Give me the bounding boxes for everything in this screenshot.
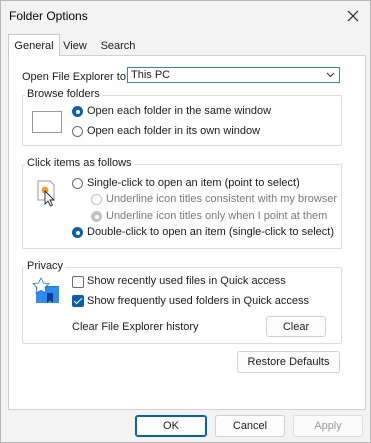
single-click-label[interactable]: Single-click to open an item (point to s… (87, 177, 300, 189)
open-file-explorer-select[interactable]: This PC (127, 67, 340, 83)
recent-files-checkbox[interactable] (72, 276, 84, 288)
own-window-label[interactable]: Open each folder in its own window (87, 125, 260, 137)
double-click-label[interactable]: Double-click to open an item (single-cli… (87, 226, 334, 238)
recent-files-label[interactable]: Show recently used files in Quick access (87, 275, 286, 287)
window-title: Folder Options (9, 9, 88, 23)
single-click-radio[interactable] (72, 178, 83, 189)
same-window-label[interactable]: Open each folder in the same window (87, 105, 271, 117)
close-icon (347, 10, 359, 22)
open-file-explorer-label: Open File Explorer to: (22, 71, 129, 83)
underline-browser-label: Underline icon titles consistent with my… (106, 193, 338, 205)
tab-search[interactable]: Search (93, 36, 143, 55)
underline-point-label: Underline icon titles only when I point … (106, 210, 328, 222)
underline-point-radio (91, 211, 102, 222)
privacy-legend: Privacy (25, 260, 66, 272)
pointer-click-icon (37, 180, 56, 207)
folder-options-dialog: Folder Options General View Search Open … (0, 0, 371, 443)
tab-general[interactable]: General (8, 34, 60, 56)
close-button[interactable] (339, 5, 367, 27)
cancel-button[interactable]: Cancel (215, 415, 285, 437)
frequent-folders-checkbox[interactable] (72, 295, 84, 307)
quick-access-icon (32, 277, 59, 303)
same-window-radio[interactable] (72, 106, 83, 117)
clear-history-label: Clear File Explorer history (72, 321, 199, 333)
open-file-explorer-value: This PC (131, 69, 171, 81)
title-bar: Folder Options (1, 1, 370, 31)
click-items-legend: Click items as follows (25, 157, 134, 169)
chevron-down-icon (326, 72, 335, 78)
browse-folders-legend: Browse folders (25, 88, 102, 100)
underline-browser-radio (91, 194, 102, 205)
ok-button[interactable]: OK (135, 415, 207, 437)
tab-view[interactable]: View (59, 36, 91, 55)
browse-folders-icon (32, 111, 62, 133)
browse-folders-group (22, 95, 342, 146)
own-window-radio[interactable] (72, 126, 83, 137)
double-click-radio[interactable] (72, 227, 83, 238)
frequent-folders-label[interactable]: Show frequently used folders in Quick ac… (87, 295, 309, 307)
apply-button: Apply (293, 415, 363, 437)
clear-history-button[interactable]: Clear (266, 316, 326, 337)
restore-defaults-button[interactable]: Restore Defaults (237, 351, 340, 373)
